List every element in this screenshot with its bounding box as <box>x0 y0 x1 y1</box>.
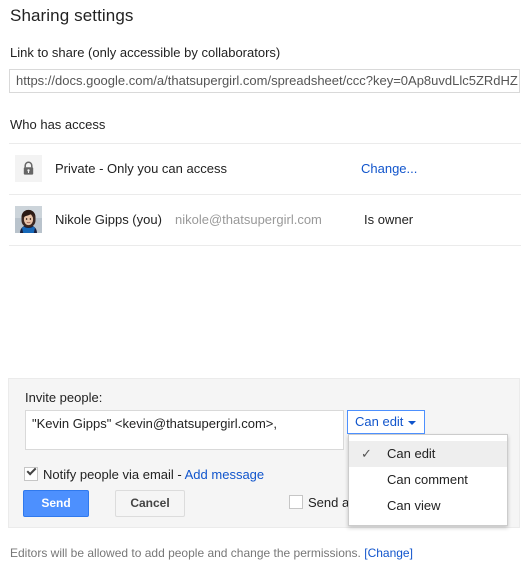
permission-dropdown-menu: ✓ Can edit Can comment Can view <box>348 434 508 526</box>
avatar-wrap <box>15 206 42 233</box>
add-message-link[interactable]: Add message <box>185 467 265 482</box>
link-to-share-input[interactable]: https://docs.google.com/a/thatsupergirl.… <box>9 69 520 93</box>
send-button[interactable]: Send <box>23 490 89 517</box>
avatar <box>15 206 42 233</box>
footer-change-link[interactable]: [Change] <box>364 546 413 560</box>
invite-recipients-input[interactable] <box>25 410 344 450</box>
send-copy-label: Send a <box>308 495 350 510</box>
change-visibility-link-wrap: Change... <box>361 161 417 176</box>
invite-people-label: Invite people: <box>25 390 103 405</box>
send-copy-row: Send a <box>289 495 349 510</box>
divider <box>9 245 521 246</box>
footer-text: Editors will be allowed to add people an… <box>10 546 361 560</box>
link-to-share-label: Link to share (only accessible by collab… <box>10 45 281 60</box>
check-icon: ✓ <box>361 446 372 461</box>
permission-dropdown-button[interactable]: Can edit <box>347 410 425 434</box>
permission-option-can-view[interactable]: Can view <box>349 493 507 519</box>
access-row-title: Private - Only you can access <box>55 161 227 176</box>
send-copy-checkbox[interactable] <box>289 495 303 509</box>
footer-note: Editors will be allowed to add people an… <box>10 546 413 560</box>
notify-people-checkbox[interactable] <box>24 467 38 481</box>
lock-icon-wrap <box>15 155 42 182</box>
notify-people-label: Notify people via email - <box>43 467 182 482</box>
page-title: Sharing settings <box>10 6 134 25</box>
cancel-button[interactable]: Cancel <box>115 490 185 517</box>
who-has-access-label: Who has access <box>10 117 106 132</box>
permission-selected-label: Can edit <box>355 414 404 429</box>
chevron-down-icon <box>408 421 416 425</box>
notify-people-row: Notify people via email - Add message <box>24 467 264 482</box>
access-row-owner: Nikole Gipps (you) nikole@thatsupergirl.… <box>9 195 521 245</box>
permission-option-can-edit[interactable]: ✓ Can edit <box>349 441 507 467</box>
access-row-private: Private - Only you can access Change... <box>9 144 521 194</box>
lock-icon <box>15 155 42 182</box>
permission-option-label: Can edit <box>387 446 436 461</box>
permission-option-can-comment[interactable]: Can comment <box>349 467 507 493</box>
permission-option-label: Can comment <box>387 472 468 487</box>
access-row-status: Is owner <box>364 212 414 227</box>
change-visibility-link[interactable]: Change... <box>361 161 417 176</box>
access-row-title: Nikole Gipps (you) <box>55 212 162 227</box>
access-row-email: nikole@thatsupergirl.com <box>175 212 322 227</box>
permission-option-label: Can view <box>387 498 441 513</box>
sharing-settings-dialog: Sharing settings Link to share (only acc… <box>0 0 530 564</box>
